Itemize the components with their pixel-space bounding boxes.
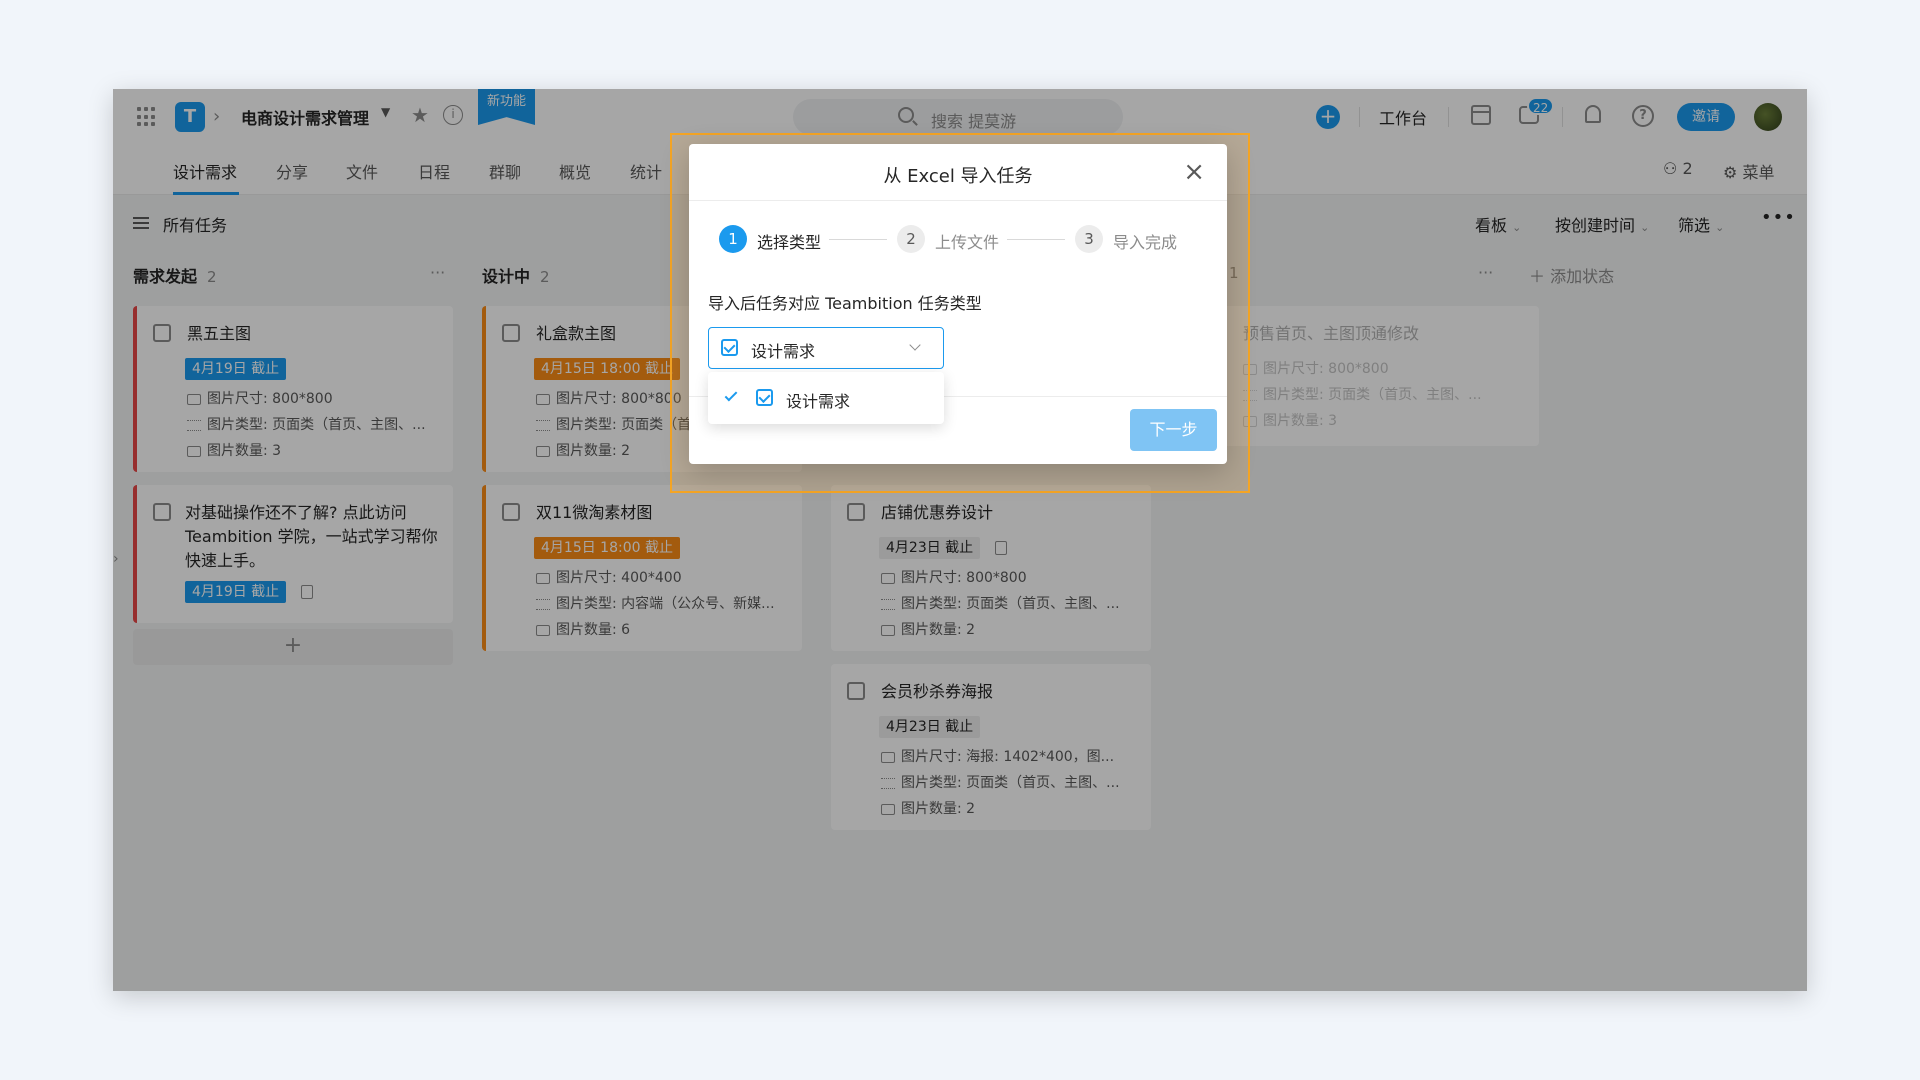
step-connector bbox=[829, 239, 887, 240]
step-connector bbox=[1007, 239, 1065, 240]
check-icon bbox=[724, 388, 738, 402]
step-number: 2 bbox=[897, 225, 925, 253]
task-type-select[interactable]: 设计需求 bbox=[708, 327, 944, 369]
step-label: 导入完成 bbox=[1113, 233, 1178, 252]
close-icon[interactable]: × bbox=[1183, 158, 1205, 186]
task-type-icon bbox=[756, 389, 773, 406]
dialog-title: 从 Excel 导入任务 bbox=[883, 166, 1033, 187]
divider bbox=[689, 200, 1227, 201]
task-type-dropdown: 设计需求 bbox=[708, 372, 944, 424]
step-label: 上传文件 bbox=[935, 233, 1000, 252]
step-number: 1 bbox=[719, 225, 747, 253]
step-label: 选择类型 bbox=[757, 233, 822, 252]
next-button[interactable]: 下一步 bbox=[1130, 409, 1217, 451]
option-label: 设计需求 bbox=[786, 392, 851, 411]
chevron-down-icon bbox=[909, 339, 921, 351]
task-type-icon bbox=[721, 339, 738, 356]
task-type-label: 导入后任务对应 Teambition 任务类型 bbox=[708, 294, 982, 313]
step-number: 3 bbox=[1075, 225, 1103, 253]
selected-value: 设计需求 bbox=[751, 342, 816, 361]
